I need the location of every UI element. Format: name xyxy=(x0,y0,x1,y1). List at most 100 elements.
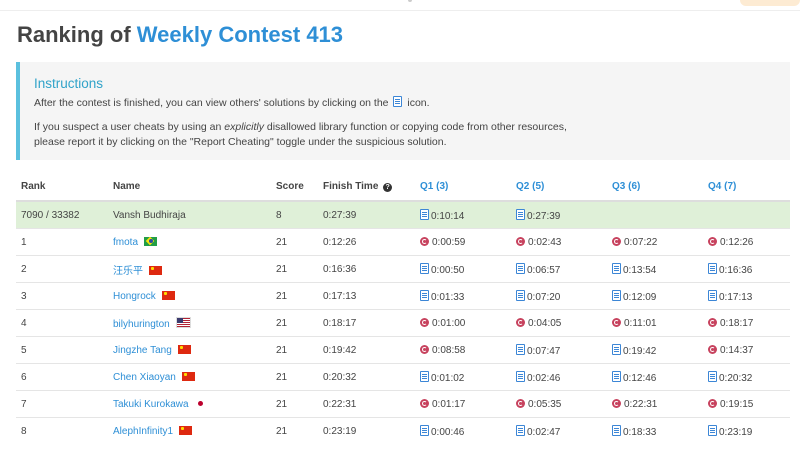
file-code-icon[interactable] xyxy=(516,424,525,436)
name-cell: Vansh Budhiraja xyxy=(108,200,271,229)
q3-cell: 0:11:01 xyxy=(607,309,703,337)
cpp-language-icon[interactable] xyxy=(612,236,621,246)
file-code-icon[interactable] xyxy=(708,262,717,274)
instructions-text: icon. xyxy=(407,97,430,109)
ranking-table-body: 7090 / 33382 Vansh Budhiraja 8 0:27:39 0:10:… xyxy=(16,200,790,444)
file-code-icon[interactable] xyxy=(516,262,525,274)
user-link[interactable]: Jingzhe Tang xyxy=(113,345,172,356)
submission-time: 0:01:17 xyxy=(432,398,466,410)
file-code-icon[interactable] xyxy=(708,370,717,382)
file-code-icon[interactable] xyxy=(420,289,429,301)
q4-cell: 0:18:17 xyxy=(703,309,790,337)
rank-cell: 6 xyxy=(16,363,108,391)
user-link[interactable]: 汪乐平 xyxy=(113,266,143,277)
header-q3[interactable]: Q3 (6) xyxy=(607,173,703,202)
current-user-name: Vansh Budhiraja xyxy=(113,209,186,221)
country-flag-icon xyxy=(149,265,162,275)
q3-cell: 0:13:54 xyxy=(607,255,703,283)
cpp-language-icon[interactable] xyxy=(516,317,525,327)
cpp-language-icon[interactable] xyxy=(612,398,621,408)
header-q4[interactable]: Q4 (7) xyxy=(703,173,790,202)
cpp-language-icon[interactable] xyxy=(708,344,717,354)
file-code-icon[interactable] xyxy=(612,289,621,301)
file-code-icon[interactable] xyxy=(420,208,429,220)
q4-cell: 0:16:36 xyxy=(703,255,790,283)
rank-cell: 5 xyxy=(16,336,108,364)
file-code-icon[interactable] xyxy=(612,370,621,382)
file-code-icon[interactable] xyxy=(516,208,525,220)
rank-cell: 3 xyxy=(16,282,108,310)
user-link[interactable]: bilyhurington xyxy=(113,319,170,330)
user-link[interactable]: fmota xyxy=(113,237,138,248)
rank-cell: 2 xyxy=(16,255,108,283)
cpp-language-icon[interactable] xyxy=(516,398,525,408)
submission-time: 0:06:57 xyxy=(527,264,561,276)
cpp-language-icon[interactable] xyxy=(708,236,717,246)
file-code-icon[interactable] xyxy=(612,343,621,355)
file-code-icon[interactable] xyxy=(516,370,525,382)
submission-time: 0:17:13 xyxy=(719,291,753,303)
file-code-icon[interactable] xyxy=(708,289,717,301)
table-row: 3 Hongrock 21 0:17:13 0:01:33 0:07:20 0:12:09 0… xyxy=(16,282,790,310)
q3-cell: 0:12:46 xyxy=(607,363,703,391)
file-code-icon[interactable] xyxy=(420,262,429,274)
user-link[interactable]: AlephInfinity1 xyxy=(113,426,173,437)
file-code-icon[interactable] xyxy=(420,370,429,382)
cpp-language-icon[interactable] xyxy=(420,236,429,246)
instructions-title: Instructions xyxy=(34,76,104,91)
instructions-emphasis: explicitly xyxy=(224,121,264,133)
score-cell: 21 xyxy=(271,390,318,418)
submission-time: 0:00:59 xyxy=(432,236,466,248)
submission-time: 0:01:00 xyxy=(432,317,466,329)
name-cell: Takuki Kurokawa xyxy=(108,390,271,418)
q1-cell: 0:00:46 xyxy=(415,417,511,444)
header-name: Name xyxy=(108,173,271,202)
file-code-icon xyxy=(393,96,403,107)
q3-cell: 0:22:31 xyxy=(607,390,703,418)
q3-cell: 0:07:22 xyxy=(607,228,703,256)
table-row: 8 AlephInfinity1 21 0:23:19 0:00:46 0:02:47 0:… xyxy=(16,417,790,444)
cpp-language-icon[interactable] xyxy=(708,317,717,327)
q4-cell: 0:23:19 xyxy=(703,417,790,444)
submission-time: 0:04:05 xyxy=(528,317,562,329)
finish-time-cell: 0:16:36 xyxy=(318,255,415,283)
user-link[interactable]: Takuki Kurokawa xyxy=(113,399,189,410)
rank-cell: 7090 / 33382 xyxy=(16,200,108,229)
score-cell: 21 xyxy=(271,336,318,364)
header-q1[interactable]: Q1 (3) xyxy=(415,173,511,202)
rank-cell: 8 xyxy=(16,417,108,444)
name-cell: Jingzhe Tang xyxy=(108,336,271,364)
submission-time: 0:19:42 xyxy=(623,345,657,357)
submission-time: 0:07:20 xyxy=(527,291,561,303)
top-navbar xyxy=(0,0,800,11)
question-circle-icon[interactable]: ? xyxy=(383,183,393,192)
page-title-prefix: Ranking of xyxy=(17,22,137,47)
cpp-language-icon[interactable] xyxy=(420,317,429,327)
submission-time: 0:14:37 xyxy=(720,344,754,356)
finish-time-cell: 0:20:32 xyxy=(318,363,415,391)
cpp-language-icon[interactable] xyxy=(516,236,525,246)
user-link[interactable]: Chen Xiaoyan xyxy=(113,372,176,383)
navbar-button[interactable] xyxy=(740,0,800,6)
q2-cell: 0:27:39 xyxy=(511,200,607,229)
file-code-icon[interactable] xyxy=(708,424,717,436)
file-code-icon[interactable] xyxy=(516,343,525,355)
header-q2[interactable]: Q2 (5) xyxy=(511,173,607,202)
submission-time: 0:13:54 xyxy=(623,264,657,276)
submission-time: 0:19:15 xyxy=(720,398,754,410)
q1-cell: 0:01:00 xyxy=(415,309,511,337)
cpp-language-icon[interactable] xyxy=(708,398,717,408)
q2-cell: 0:07:47 xyxy=(511,336,607,364)
q4-cell: 0:12:26 xyxy=(703,228,790,256)
file-code-icon[interactable] xyxy=(612,262,621,274)
cpp-language-icon[interactable] xyxy=(420,398,429,408)
cpp-language-icon[interactable] xyxy=(612,317,621,327)
user-link[interactable]: Hongrock xyxy=(113,291,156,302)
submission-time: 0:05:35 xyxy=(528,398,562,410)
file-code-icon[interactable] xyxy=(612,424,621,436)
contest-link[interactable]: Weekly Contest 413 xyxy=(137,22,343,47)
file-code-icon[interactable] xyxy=(420,424,429,436)
submission-time: 0:18:17 xyxy=(720,317,754,329)
file-code-icon[interactable] xyxy=(516,289,525,301)
cpp-language-icon[interactable] xyxy=(420,344,429,354)
